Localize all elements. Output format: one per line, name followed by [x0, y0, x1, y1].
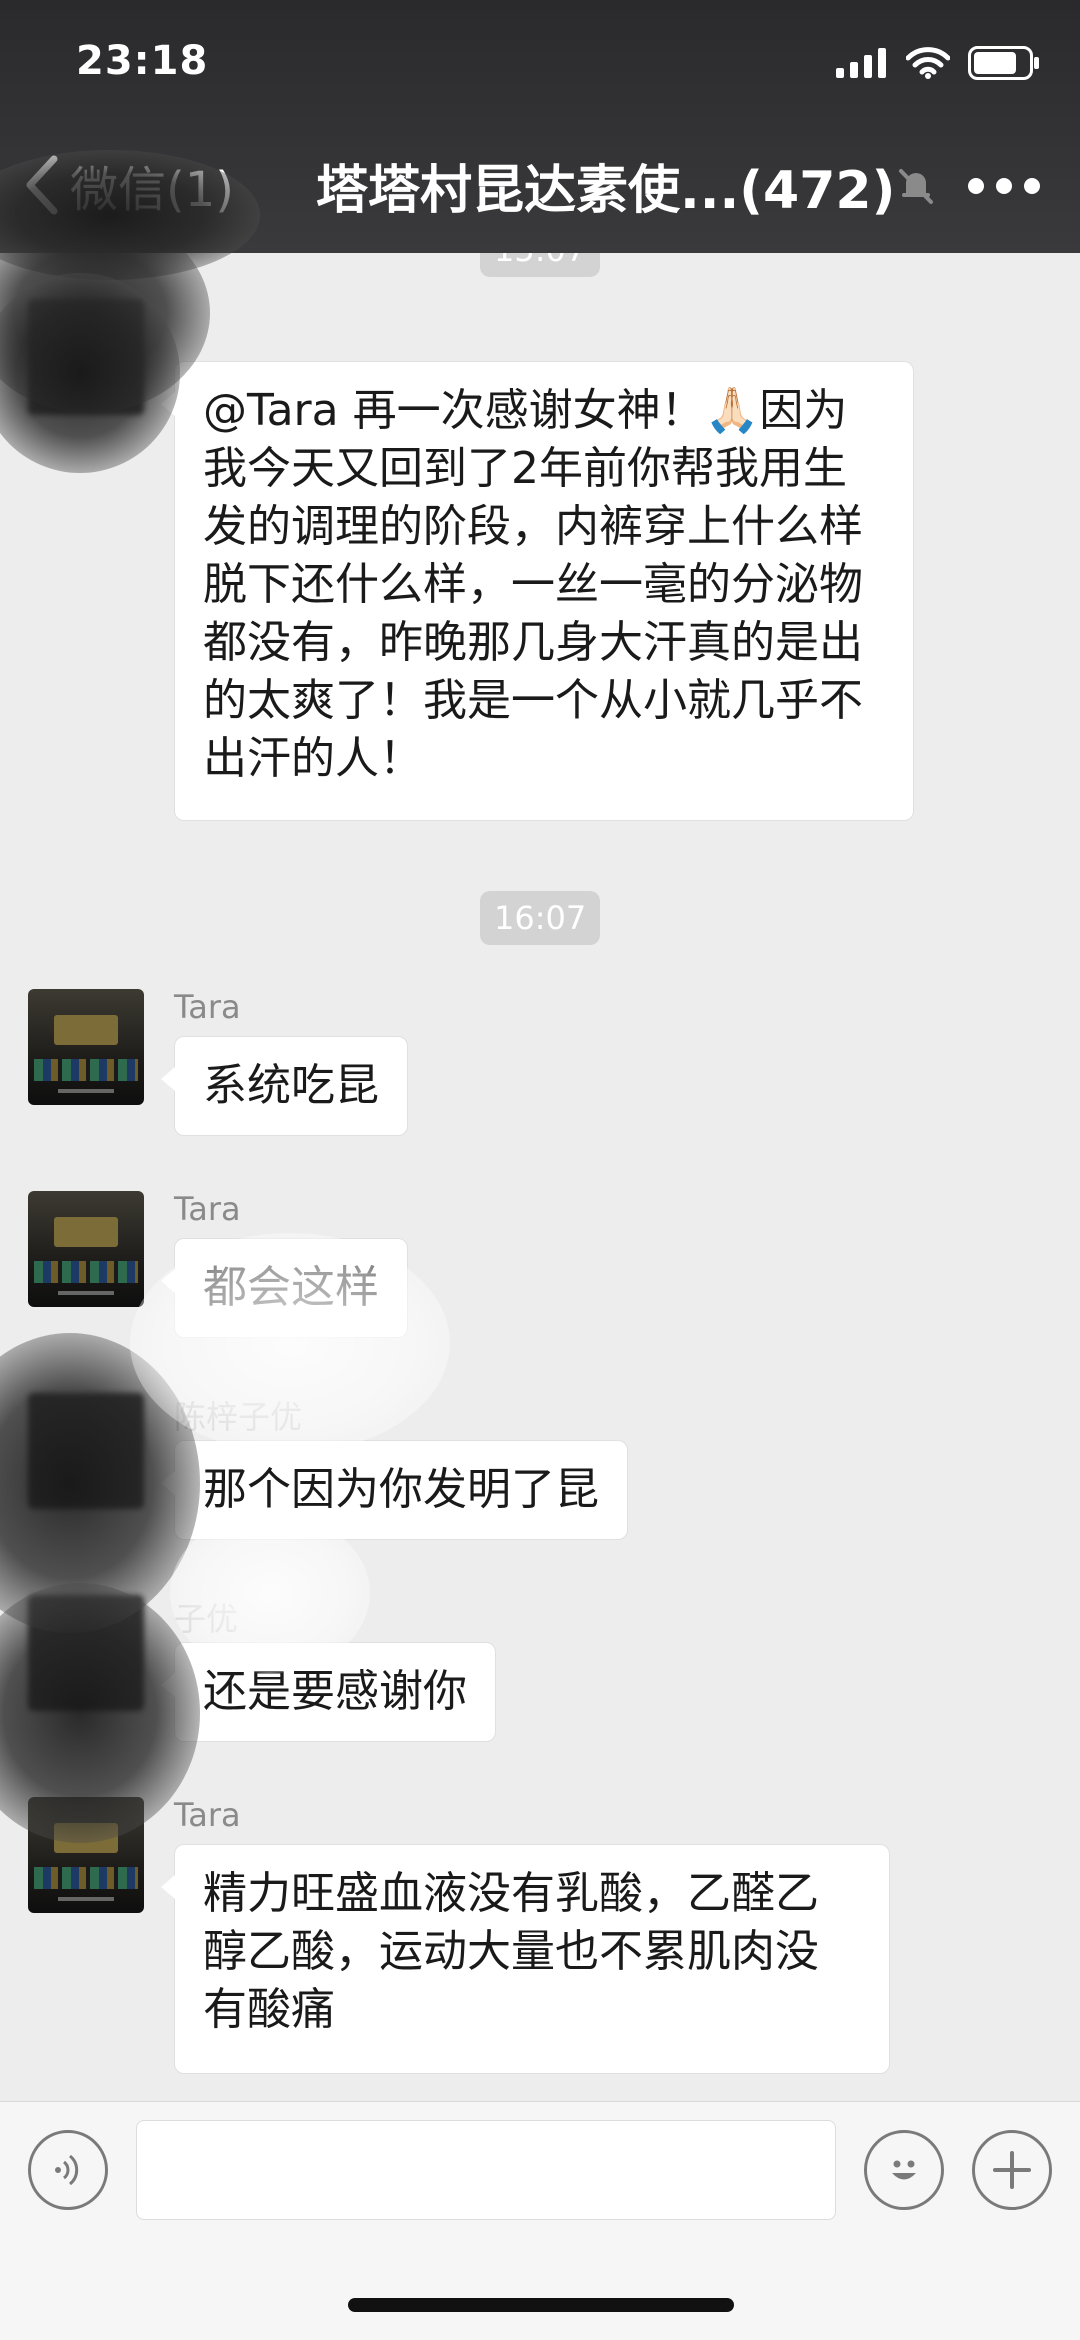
plus-icon: [993, 2151, 1031, 2189]
chat-header: 23:18 微信(1) 塔塔村昆达素使...(472): [0, 0, 1080, 280]
back-button[interactable]: 微信(1): [24, 150, 234, 220]
message-bubble[interactable]: 系统吃昆: [161, 1036, 408, 1136]
status-time: 23:18: [76, 38, 209, 84]
avatar[interactable]: [28, 1797, 144, 1913]
avatar[interactable]: [28, 1595, 144, 1711]
message-bubble[interactable]: 还是要感谢你: [161, 1642, 496, 1742]
more-button[interactable]: [968, 178, 1040, 194]
chat-title: 塔塔村昆达素使...(472): [316, 161, 896, 221]
sender-name: Tara: [174, 1796, 241, 1834]
voice-icon: [55, 2154, 79, 2186]
message-bubble[interactable]: 都会这样: [161, 1238, 408, 1338]
back-label: 微信(1): [70, 162, 234, 218]
message-list[interactable]: 15:07 @Tara 再一次感谢女神！🙏🏻因为我今天又回到了2年前你帮我用生发…: [0, 253, 1080, 2101]
emoji-button[interactable]: [864, 2130, 944, 2210]
timestamp-fragment: 15:07: [480, 253, 601, 277]
sender-name: Tara: [174, 1190, 241, 1228]
message-input[interactable]: [136, 2120, 836, 2220]
battery-icon: [968, 46, 1039, 80]
message-bubble[interactable]: @Tara 再一次感谢女神！🙏🏻因为我今天又回到了2年前你帮我用生发的调理的阶段…: [161, 361, 914, 821]
status-icons: [836, 46, 1040, 80]
voice-button[interactable]: [28, 2130, 108, 2210]
sender-name: 陈梓子优: [174, 1398, 303, 1436]
home-indicator[interactable]: [348, 2298, 734, 2312]
avatar[interactable]: [28, 989, 144, 1105]
avatar[interactable]: [28, 1191, 144, 1307]
avatar[interactable]: [28, 1393, 144, 1509]
avatar[interactable]: [28, 299, 144, 415]
wifi-icon: [906, 47, 950, 79]
plus-button[interactable]: [972, 2130, 1052, 2210]
sender-name: Tara: [174, 988, 241, 1026]
signal-icon: [836, 48, 886, 78]
timestamp: 16:07: [480, 891, 601, 945]
message-bubble[interactable]: 那个因为你发明了昆: [161, 1440, 628, 1540]
bell-slash-icon: [899, 169, 933, 204]
message-bubble[interactable]: 精力旺盛血液没有乳酸，乙醛乙醇乙酸，运动大量也不累肌肉没有酸痛: [161, 1844, 890, 2074]
emoji-icon: [892, 2160, 916, 2180]
chevron-left-icon: [26, 155, 58, 215]
sender-name: 子优: [174, 1600, 239, 1638]
more-dots-icon: [968, 178, 984, 194]
